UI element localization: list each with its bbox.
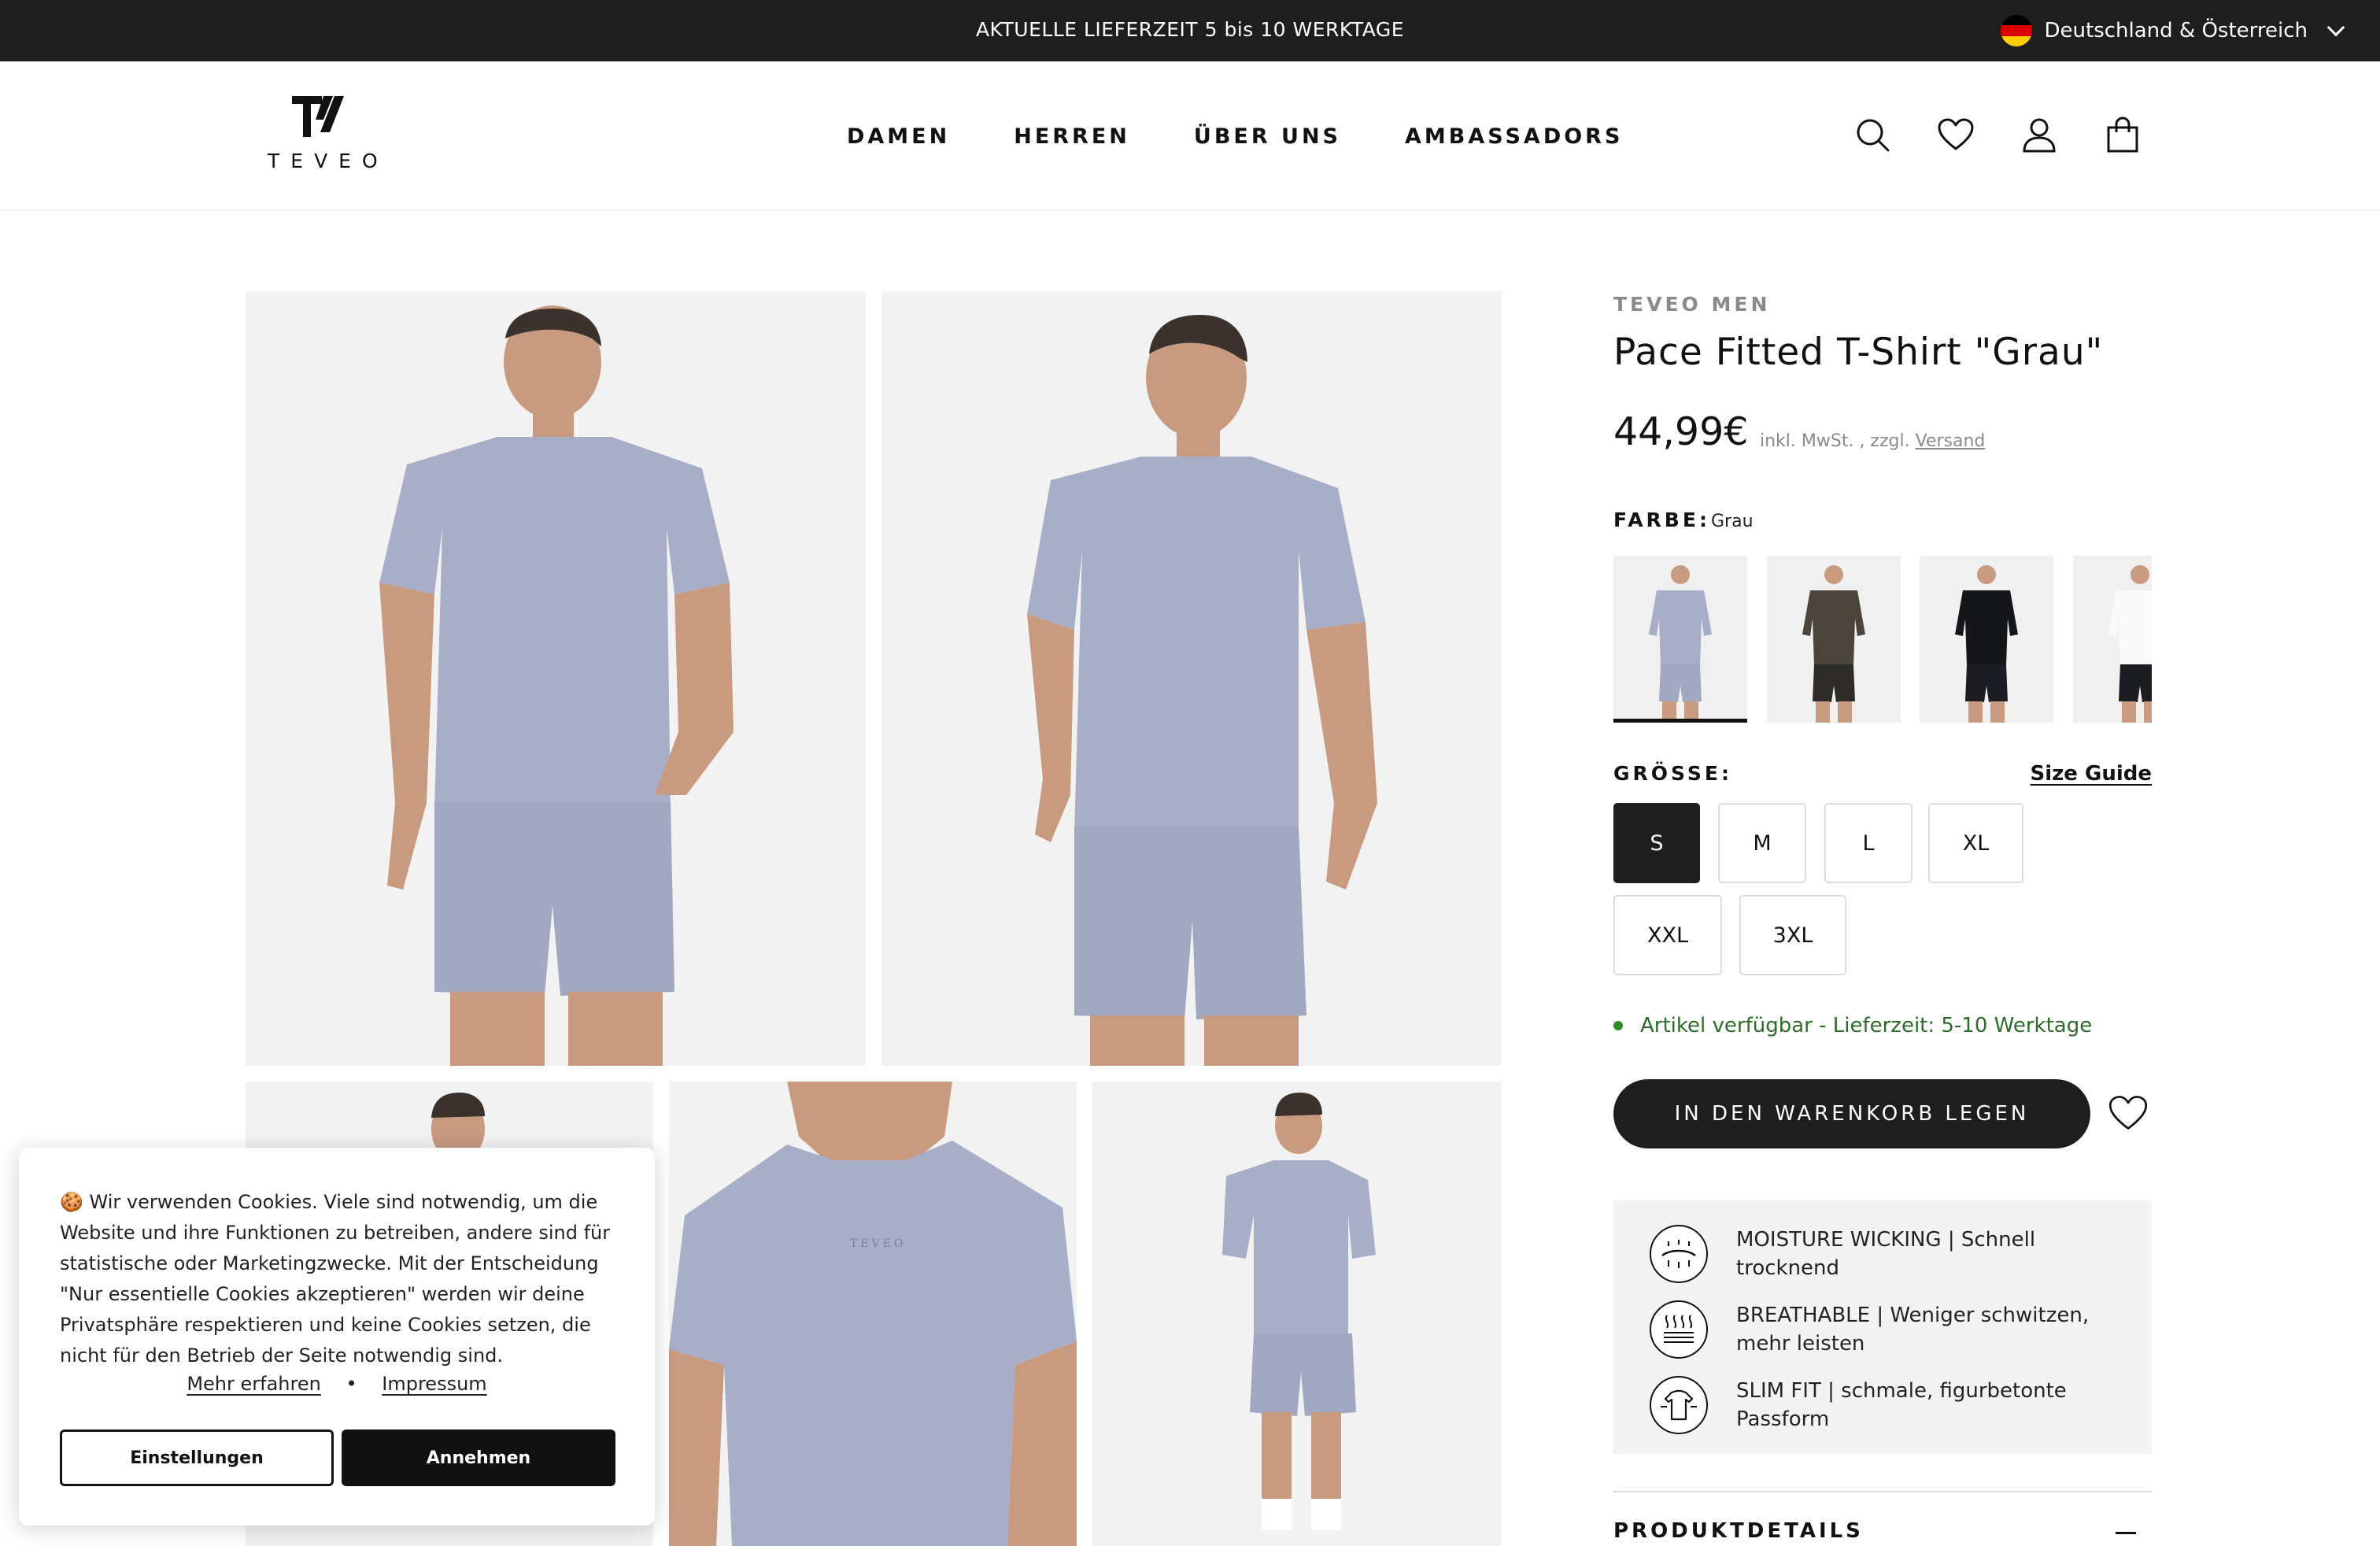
moisture-icon — [1650, 1225, 1708, 1283]
locale-label: Deutschland & Österreich — [2044, 19, 2308, 43]
logo-mark-icon — [292, 96, 344, 137]
feature-item: MOISTURE WICKING | Schnell trocknend — [1650, 1216, 2116, 1292]
availability-text: Artikel verfügbar - Lieferzeit: 5-10 Wer… — [1640, 1014, 2093, 1037]
size-option-l[interactable]: L — [1824, 803, 1913, 883]
header-icons — [1853, 115, 2142, 154]
collapse-minus-icon[interactable] — [2116, 1532, 2136, 1534]
feature-text: MOISTURE WICKING | Schnell trocknend — [1736, 1228, 2036, 1280]
cookie-icon: 🍪 — [60, 1191, 90, 1213]
shipping-link[interactable]: Versand — [1916, 431, 1986, 451]
product-title: Pace Fitted T-Shirt "Grau" — [1613, 331, 2104, 374]
breathable-icon — [1650, 1300, 1708, 1359]
tax-note: inkl. MwSt. , zzgl. Versand — [1760, 431, 1985, 451]
nav-item-ambassadors[interactable]: AMBASSADORS — [1405, 124, 1623, 149]
feature-list: MOISTURE WICKING | Schnell trocknend BRE… — [1613, 1200, 2152, 1454]
size-guide-link[interactable]: Size Guide — [2031, 762, 2152, 786]
size-option-s[interactable]: S — [1613, 803, 1700, 883]
germany-flag-icon — [2000, 15, 2032, 46]
cookie-links: Mehr erfahren • Impressum — [19, 1373, 655, 1395]
product-brand[interactable]: TEVEO MEN — [1613, 293, 1770, 316]
feature-text: BREATHABLE | Weniger schwitzen, mehr lei… — [1736, 1304, 2090, 1356]
swatch-schwarz[interactable] — [1920, 556, 2053, 723]
chevron-down-icon — [2326, 18, 2345, 37]
size-option-xl[interactable]: XL — [1928, 803, 2023, 883]
divider — [1613, 1491, 2152, 1492]
logo[interactable]: TEVEO — [260, 93, 378, 172]
product-image-closeup[interactable]: TEVEO — [669, 1082, 1077, 1546]
swatch-weiss[interactable] — [2073, 556, 2152, 723]
color-value: Grau — [1711, 512, 1754, 531]
feature-item: BREATHABLE | Weniger schwitzen, mehr lei… — [1650, 1292, 2116, 1367]
product-price: 44,99€ — [1613, 409, 1749, 454]
cookie-message: Wir verwenden Cookies. Viele sind notwen… — [60, 1191, 611, 1367]
nav-item-herren[interactable]: HERREN — [1014, 124, 1130, 149]
size-option-m[interactable]: M — [1718, 803, 1806, 883]
swatch-olive[interactable] — [1767, 556, 1901, 723]
site-header: TEVEO DAMEN HERREN ÜBER UNS AMBASSADORS — [0, 61, 2380, 211]
main-nav: DAMEN HERREN ÜBER UNS AMBASSADORS — [847, 124, 1623, 149]
availability-status: Artikel verfügbar - Lieferzeit: 5-10 Wer… — [1613, 1014, 2092, 1037]
availability-dot-icon — [1613, 1021, 1623, 1030]
slim-fit-icon — [1650, 1376, 1708, 1434]
tax-note-text: inkl. MwSt. , zzgl. — [1760, 431, 1910, 451]
nav-item-ueber-uns[interactable]: ÜBER UNS — [1194, 124, 1341, 149]
cookie-settings-button[interactable]: Einstellungen — [60, 1429, 334, 1486]
announcement-bar: AKTUELLE LIEFERZEIT 5 bis 10 WERKTAGE De… — [0, 0, 2380, 61]
product-image-full[interactable] — [1092, 1082, 1502, 1546]
logo-text: TEVEO — [268, 150, 389, 172]
wishlist-heart-icon[interactable] — [2108, 1094, 2149, 1135]
cookie-accept-button[interactable]: Annehmen — [342, 1429, 615, 1486]
color-label: FARBE: — [1613, 509, 1710, 531]
feature-text: SLIM FIT | schmale, figurbetonte Passfor… — [1736, 1379, 2067, 1431]
add-to-cart-button[interactable]: IN DEN WARENKORB LEGEN — [1613, 1079, 2090, 1148]
svg-text:TEVEO: TEVEO — [850, 1237, 906, 1250]
locale-selector[interactable]: Deutschland & Österreich — [2000, 0, 2345, 61]
heart-icon[interactable] — [1936, 115, 1975, 154]
imprint-link[interactable]: Impressum — [382, 1373, 486, 1395]
learn-more-link[interactable]: Mehr erfahren — [187, 1373, 321, 1395]
color-swatches — [1613, 556, 2152, 723]
search-icon[interactable] — [1853, 115, 1892, 154]
size-label: GRÖSSE: — [1613, 762, 1732, 785]
swatch-grau[interactable] — [1613, 556, 1747, 723]
feature-item: SLIM FIT | schmale, figurbetonte Passfor… — [1650, 1367, 2116, 1443]
separator-bullet: • — [346, 1373, 357, 1395]
size-option-3xl[interactable]: 3XL — [1739, 895, 1846, 975]
cookie-banner: 🍪 Wir verwenden Cookies. Viele sind notw… — [19, 1148, 655, 1526]
product-details-toggle[interactable]: PRODUKTDETAILS — [1613, 1519, 1864, 1543]
product-image-back[interactable] — [881, 291, 1502, 1066]
nav-item-damen[interactable]: DAMEN — [847, 124, 950, 149]
cookie-text-block: 🍪 Wir verwenden Cookies. Viele sind notw… — [60, 1187, 626, 1371]
size-option-xxl[interactable]: XXL — [1613, 895, 1722, 975]
bag-icon[interactable] — [2103, 115, 2142, 154]
product-image-front[interactable] — [246, 291, 866, 1066]
account-icon[interactable] — [2020, 115, 2059, 154]
